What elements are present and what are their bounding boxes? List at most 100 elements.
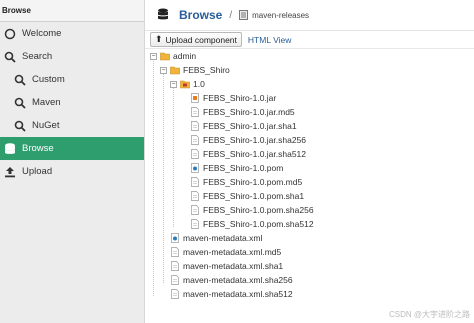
search-icon xyxy=(14,120,26,132)
file-icon xyxy=(171,289,179,299)
tree-file-row[interactable]: maven-metadata.xml.sha256 xyxy=(160,273,293,287)
tree-file-row[interactable]: FEBS_Shiro-1.0.jar.sha1 xyxy=(180,119,297,133)
file-icon xyxy=(191,121,199,131)
file-icon xyxy=(191,177,199,187)
tree-guide-line xyxy=(173,87,174,227)
toolbar: ⬆ Upload component HTML View xyxy=(145,31,474,49)
folder-icon xyxy=(160,52,170,61)
sidebar-item-label: Maven xyxy=(32,97,61,108)
sidebar-item-custom[interactable]: Custom xyxy=(0,68,144,91)
tree-node-label: FEBS_Shiro xyxy=(183,65,230,75)
tree-node-label: admin xyxy=(173,51,197,61)
file-icon xyxy=(191,149,199,159)
tree-file-row[interactable]: FEBS_Shiro-1.0.pom.sha256 xyxy=(180,203,314,217)
sidebar-item-welcome[interactable]: Welcome xyxy=(0,22,144,45)
repository-tree: − admin − FEBS_Shiro −1.0 FEBS_Shiro-1.0.jar F… xyxy=(145,49,474,323)
tree-file-row[interactable]: maven-metadata.xml.md5 xyxy=(160,245,281,259)
tree-node-label: FEBS_Shiro-1.0.pom.sha256 xyxy=(203,205,314,215)
tree-file-row[interactable]: FEBS_Shiro-1.0.jar.sha512 xyxy=(180,147,306,161)
tree-node-label: FEBS_Shiro-1.0.jar.sha512 xyxy=(203,149,307,159)
upload-component-button[interactable]: ⬆ Upload component xyxy=(150,32,242,47)
tree-node-label: FEBS_Shiro-1.0.jar.sha256 xyxy=(203,135,307,145)
sidebar-item-label: Browse xyxy=(22,143,54,154)
tree-file-row[interactable]: FEBS_Shiro-1.0.jar xyxy=(180,91,276,105)
sidebar-header: Browse xyxy=(0,0,144,22)
tree-guide-line xyxy=(153,59,154,296)
jar-file-icon xyxy=(191,93,199,103)
sidebar-item-label: Custom xyxy=(32,74,65,85)
breadcrumb-separator: / xyxy=(229,9,233,21)
xml-file-icon xyxy=(171,233,179,243)
tree-folder-row[interactable]: − FEBS_Shiro xyxy=(160,63,230,77)
sidebar-item-maven[interactable]: Maven xyxy=(0,91,144,114)
search-icon xyxy=(14,97,26,109)
tree-file-row[interactable]: maven-metadata.xml xyxy=(160,231,262,245)
collapse-toggle[interactable]: − xyxy=(150,52,157,60)
tree-folder-row[interactable]: − 1.0 xyxy=(170,77,205,91)
tree-node-label: maven-metadata.xml.sha512 xyxy=(183,289,293,299)
search-icon xyxy=(14,74,26,86)
tree-node-label: FEBS_Shiro-1.0.pom.sha1 xyxy=(203,191,305,201)
tree-node-label: maven-metadata.xml.sha1 xyxy=(183,261,284,271)
tree-file-row[interactable]: FEBS_Shiro-1.0.pom.sha512 xyxy=(180,217,314,231)
tree-node-label: maven-metadata.xml xyxy=(183,233,263,243)
html-view-link[interactable]: HTML View xyxy=(248,35,291,45)
tree-file-row[interactable]: FEBS_Shiro-1.0.pom.md5 xyxy=(180,175,302,189)
tree-node-label: FEBS_Shiro-1.0.jar.md5 xyxy=(203,107,295,117)
pom-file-icon xyxy=(191,163,199,173)
tree-file-row[interactable]: FEBS_Shiro-1.0.jar.md5 xyxy=(180,105,295,119)
sidebar-item-label: Search xyxy=(22,51,53,62)
tree-node-label: maven-metadata.xml.sha256 xyxy=(183,275,293,285)
file-icon xyxy=(171,261,179,271)
tree-file-row[interactable]: maven-metadata.xml.sha512 xyxy=(160,287,293,301)
tree-node-label: FEBS_Shiro-1.0.pom.sha512 xyxy=(203,219,314,229)
tree-node-label: maven-metadata.xml.md5 xyxy=(183,247,282,257)
collapse-toggle[interactable]: − xyxy=(160,66,167,74)
tree-folder-row[interactable]: − admin xyxy=(150,49,196,63)
collapse-toggle[interactable]: − xyxy=(170,80,177,88)
sidebar-item-search[interactable]: Search xyxy=(0,45,144,68)
sidebar-item-browse[interactable]: Browse xyxy=(0,137,144,160)
sidebar-nav: Welcome Search Custom Maven NuGet Browse Uploa… xyxy=(0,22,144,183)
upload-component-label: Upload component xyxy=(165,34,237,45)
circle-icon xyxy=(4,28,16,39)
folder-icon xyxy=(170,66,180,75)
component-folder-icon xyxy=(180,80,190,89)
file-icon xyxy=(171,275,179,285)
tree-file-row[interactable]: FEBS_Shiro-1.0.pom xyxy=(180,161,283,175)
file-icon xyxy=(171,247,179,257)
breadcrumb-repo[interactable]: maven-releases xyxy=(252,11,309,20)
tree-file-row[interactable]: FEBS_Shiro-1.0.jar.sha256 xyxy=(180,133,306,147)
file-icon xyxy=(191,205,199,215)
upload-icon xyxy=(5,166,15,177)
sidebar-item-nuget[interactable]: NuGet xyxy=(0,114,144,137)
tree-node-label: FEBS_Shiro-1.0.pom.md5 xyxy=(203,177,303,187)
sidebar-item-label: NuGet xyxy=(32,120,60,131)
database-icon xyxy=(5,142,15,154)
main-header: Browse / maven-releases xyxy=(145,0,474,31)
repository-icon xyxy=(239,10,249,20)
file-icon xyxy=(191,107,199,117)
tree-file-row[interactable]: FEBS_Shiro-1.0.pom.sha1 xyxy=(180,189,304,203)
sidebar: Browse Welcome Search Custom Maven NuGet Brow… xyxy=(0,0,145,323)
database-icon xyxy=(158,8,168,20)
sidebar-item-upload[interactable]: Upload xyxy=(0,160,144,183)
tree-file-row[interactable]: maven-metadata.xml.sha1 xyxy=(160,259,283,273)
search-icon xyxy=(4,51,16,63)
upload-icon: ⬆ xyxy=(155,34,163,44)
page-title: Browse xyxy=(179,8,223,22)
tree-node-label: FEBS_Shiro-1.0.pom xyxy=(203,163,284,173)
